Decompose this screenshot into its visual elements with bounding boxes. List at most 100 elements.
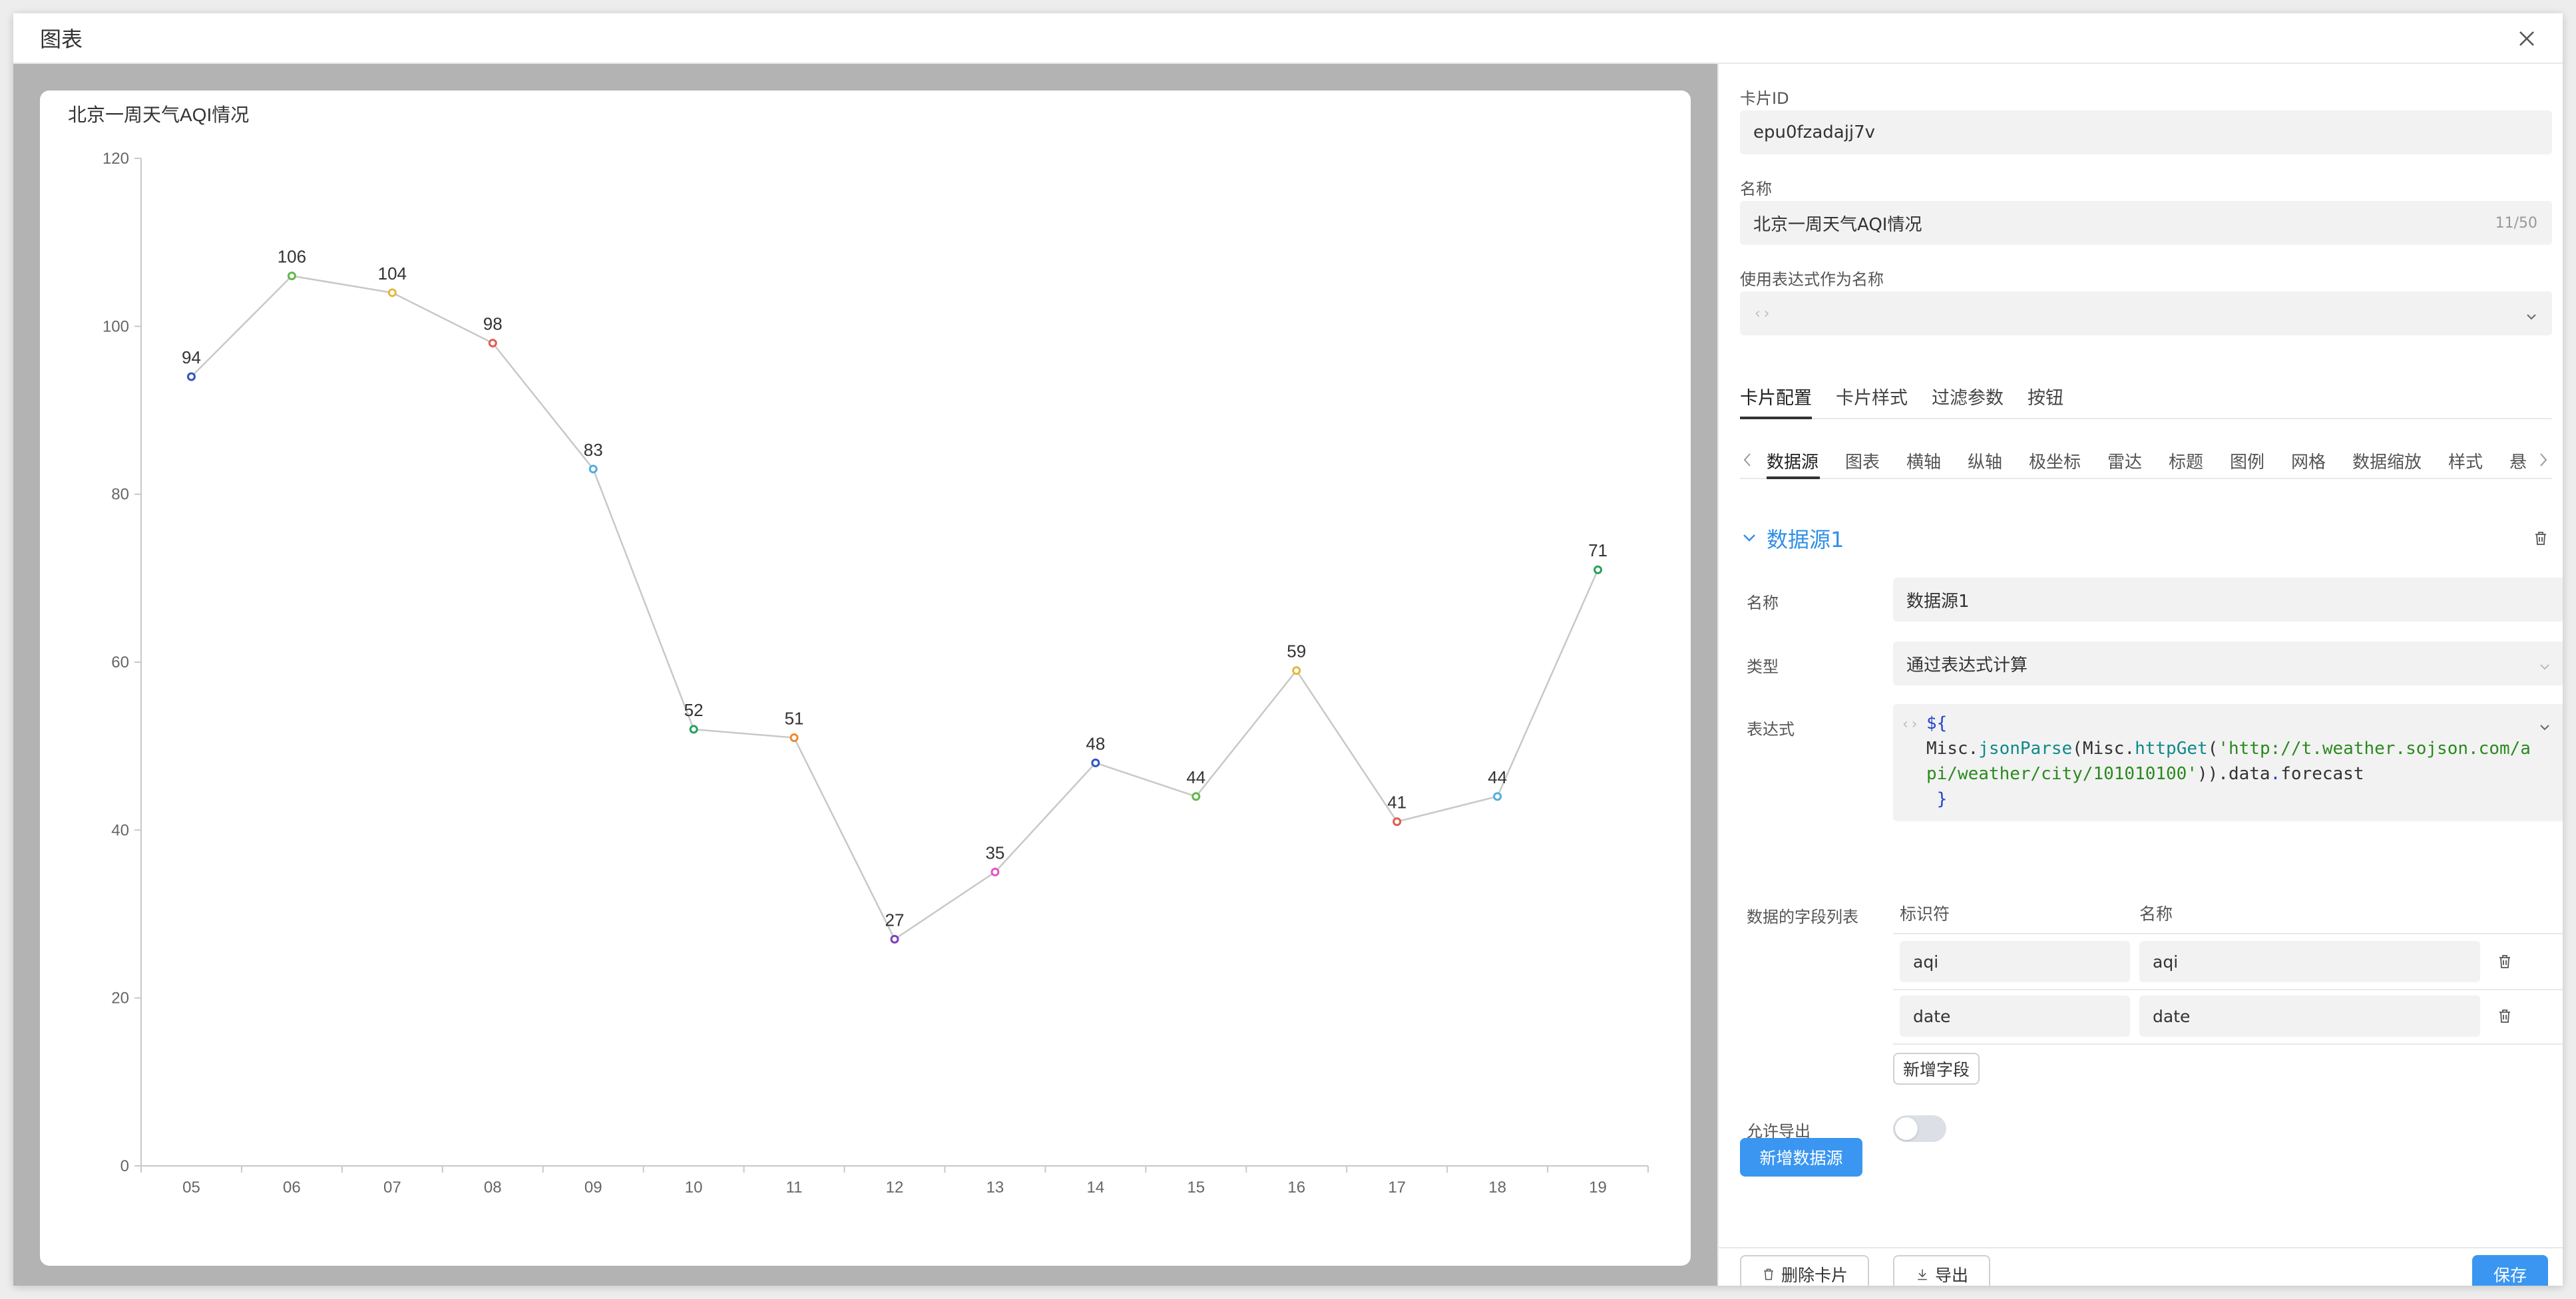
delete-field-icon[interactable] <box>2496 1008 2513 1025</box>
subtab-y-axis[interactable]: 纵轴 <box>1968 449 2002 473</box>
subtab-style[interactable]: 样式 <box>2448 449 2483 473</box>
data-point[interactable] <box>1292 666 1301 675</box>
card-id-field[interactable]: epu0fzadajj7v <box>1740 110 2552 154</box>
y-tick-label: 80 <box>111 486 129 504</box>
data-label: 104 <box>378 264 407 283</box>
table-divider <box>1893 989 2563 990</box>
x-tick-label: 14 <box>1087 1179 1105 1197</box>
chevron-right-icon[interactable] <box>2536 451 2551 468</box>
x-tick-label: 11 <box>786 1179 803 1197</box>
export-button[interactable]: 导出 <box>1893 1255 1990 1286</box>
expr-name-select[interactable]: ‹› <box>1740 291 2552 335</box>
data-point[interactable] <box>789 733 799 743</box>
chevron-down-icon[interactable] <box>2539 715 2551 731</box>
subtab-radar[interactable]: 雷达 <box>2107 449 2142 473</box>
x-tick-label: 07 <box>383 1179 401 1197</box>
field-id-value: date <box>1913 1006 1951 1026</box>
code-token: . <box>2270 764 2281 784</box>
data-label: 71 <box>1588 540 1608 560</box>
delete-card-label: 删除卡片 <box>1781 1266 1848 1285</box>
data-point[interactable] <box>588 464 598 474</box>
subtab-grid[interactable]: 网格 <box>2291 449 2326 473</box>
y-tick-label: 100 <box>103 317 129 335</box>
card-id-value: epu0fzadajj7v <box>1753 122 1876 142</box>
ds-type-select[interactable]: 通过表达式计算 <box>1893 642 2563 685</box>
subtab-title[interactable]: 标题 <box>2169 449 2203 473</box>
tab-filter-params[interactable]: 过滤参数 <box>1932 383 2004 409</box>
field-id-input[interactable]: date <box>1900 996 2130 1037</box>
data-label: 44 <box>1186 767 1205 787</box>
subtab-legend[interactable]: 图例 <box>2230 449 2264 473</box>
code-token: jsonParse <box>1978 739 2073 759</box>
col-header-name: 名称 <box>2139 904 2173 924</box>
y-tick-label: 20 <box>111 990 129 1008</box>
tab-card-style[interactable]: 卡片样式 <box>1836 383 1908 409</box>
name-char-counter: 11/50 <box>2495 214 2537 232</box>
close-icon[interactable] <box>2513 25 2540 52</box>
add-datasource-button[interactable]: 新增数据源 <box>1740 1138 1862 1177</box>
chevron-down-icon[interactable] <box>1741 530 1757 546</box>
data-point[interactable] <box>1594 565 1603 574</box>
data-point[interactable] <box>1493 792 1502 801</box>
data-point[interactable] <box>287 272 296 281</box>
subtab-datasource[interactable]: 数据源 <box>1767 449 1819 473</box>
chart-title: 北京一周天气AQI情况 <box>68 104 249 125</box>
config-tabs: 卡片配置 卡片样式 过滤参数 按钮 <box>1740 377 2552 419</box>
subtab-chart[interactable]: 图表 <box>1845 449 1880 473</box>
expr-name-label: 使用表达式作为名称 <box>1740 270 1884 289</box>
x-tick-label: 16 <box>1287 1179 1305 1197</box>
name-value: 北京一周天气AQI情况 <box>1753 214 1922 235</box>
code-icon: ‹› <box>1901 716 1919 733</box>
data-point[interactable] <box>488 339 497 348</box>
subtab-datazoom[interactable]: 数据缩放 <box>2352 449 2422 473</box>
datasource-title: 数据源1 <box>1767 527 1844 552</box>
delete-field-icon[interactable] <box>2496 953 2513 970</box>
tab-card-config[interactable]: 卡片配置 <box>1740 383 1812 409</box>
chart-card: 北京一周天气AQI情况 0 20 40 60 80 100 120 05 06 07 08 09 10 1… <box>40 91 1691 1266</box>
export-label: 导出 <box>1934 1266 1968 1285</box>
data-point[interactable] <box>689 725 698 734</box>
x-tick-label: 18 <box>1488 1179 1506 1197</box>
y-tick-label: 0 <box>120 1157 129 1175</box>
y-tick-label: 120 <box>103 150 129 168</box>
x-tick-label: 06 <box>283 1179 301 1197</box>
name-label: 名称 <box>1740 180 1772 198</box>
data-point[interactable] <box>186 372 196 381</box>
allow-export-toggle[interactable] <box>1893 1115 1946 1142</box>
subtab-tooltip[interactable]: 悬 <box>2509 449 2527 473</box>
field-name-value: date <box>2153 1006 2191 1026</box>
data-point[interactable] <box>890 934 899 944</box>
data-label: 98 <box>483 314 503 334</box>
y-tick-label: 60 <box>111 653 129 671</box>
field-id-input[interactable]: aqi <box>1900 941 2130 982</box>
delete-datasource-icon[interactable] <box>2532 530 2549 547</box>
field-name-input[interactable]: aqi <box>2139 941 2480 982</box>
tab-buttons[interactable]: 按钮 <box>2028 383 2063 409</box>
save-button[interactable]: 保存 <box>2472 1255 2548 1286</box>
datasource-header[interactable]: 数据源1 <box>1740 523 2552 556</box>
ds-name-label: 名称 <box>1747 594 1779 612</box>
data-label: 41 <box>1387 793 1406 813</box>
data-point[interactable] <box>1191 792 1201 801</box>
field-name-value: aqi <box>2153 952 2179 972</box>
table-divider <box>1893 1043 2563 1045</box>
delete-card-button[interactable]: 删除卡片 <box>1740 1255 1869 1286</box>
data-point[interactable] <box>990 867 1000 876</box>
ds-name-input[interactable]: 数据源1 <box>1893 578 2563 622</box>
data-point[interactable] <box>1393 817 1402 827</box>
field-name-input[interactable]: date <box>2139 996 2480 1037</box>
data-point[interactable] <box>1091 758 1100 767</box>
subtab-x-axis[interactable]: 横轴 <box>1906 449 1941 473</box>
data-label: 48 <box>1086 733 1105 753</box>
ds-expr-label: 表达式 <box>1747 720 1795 739</box>
subtab-polar[interactable]: 极坐标 <box>2029 449 2081 473</box>
code-token: httpGet <box>2135 739 2208 759</box>
name-input[interactable]: 北京一周天气AQI情况 11/50 <box>1740 201 2552 245</box>
chevron-left-icon[interactable] <box>1740 451 1755 468</box>
data-label: 94 <box>182 347 201 367</box>
data-label: 44 <box>1488 767 1507 787</box>
add-field-button[interactable]: 新增字段 <box>1893 1053 1980 1085</box>
data-point[interactable] <box>387 288 397 297</box>
expression-editor[interactable]: ‹› ${ Misc.jsonParse(Misc.httpGet('http:… <box>1893 704 2563 821</box>
active-subtab-indicator <box>1767 476 1820 479</box>
